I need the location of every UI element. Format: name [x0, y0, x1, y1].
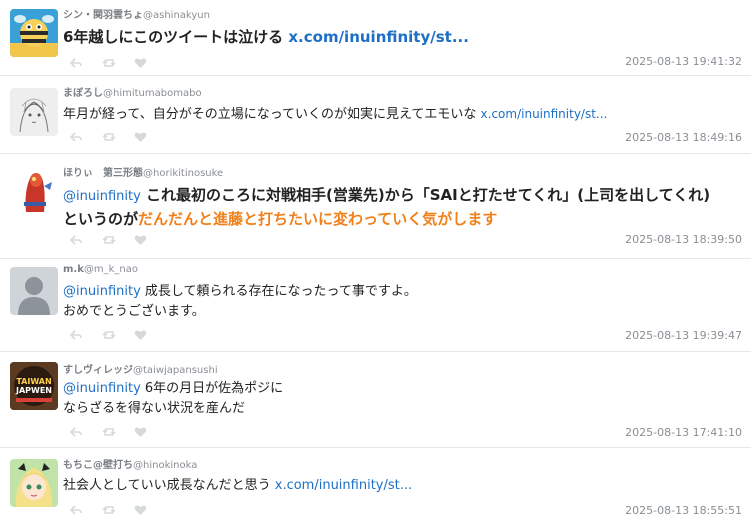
avatar-text: TAIWAN	[16, 377, 51, 386]
reply-icon[interactable]	[70, 504, 102, 516]
tweet-text: @inuinfinity これ最初のころに対戦相手(営業先)から「SAIと打たせ…	[63, 184, 737, 231]
avatar[interactable]	[10, 459, 58, 507]
anime-girl-avatar-icon	[10, 459, 58, 507]
tweet-item[interactable]: ほりぃ 第三形態@horikitinosuke @inuinfinity これ最…	[0, 154, 751, 259]
retweet-icon[interactable]	[102, 131, 134, 143]
tweet-line: @inuinfinity 成長して頼られる存在になったって事ですよ。	[63, 282, 737, 302]
tweet-item[interactable]: m.k@m_k_nao @inuinfinity 成長して頼られる存在になったっ…	[0, 259, 751, 352]
handle[interactable]: @himitumabomabo	[103, 88, 202, 99]
sketch-avatar-icon	[10, 88, 58, 136]
tweet-body: 年月が経って、自分がその立場になっていくのが如実に見えてエモいな	[63, 107, 481, 122]
reply-icon[interactable]	[70, 426, 102, 438]
like-icon[interactable]	[134, 329, 166, 341]
reply-icon[interactable]	[70, 57, 102, 69]
tweet-actions	[70, 426, 166, 438]
reply-icon[interactable]	[70, 131, 102, 143]
avatar[interactable]: TAIWAN JAPWEN	[10, 362, 58, 410]
cartoon-bee-avatar-icon	[10, 9, 58, 57]
author-line[interactable]: まぼろし@himitumabomabo	[63, 84, 202, 99]
handle[interactable]: @m_k_nao	[84, 264, 138, 275]
timestamp[interactable]: 2025-08-13 19:41:32	[625, 55, 742, 68]
retweet-icon[interactable]	[102, 57, 134, 69]
handle[interactable]: @taiwjapansushi	[133, 365, 218, 376]
taiwan-japan-logo-avatar-icon: TAIWAN JAPWEN	[10, 362, 58, 410]
handle[interactable]: @horikitinosuke	[143, 168, 223, 179]
mention-link[interactable]: @inuinfinity	[63, 284, 141, 299]
retweet-icon[interactable]	[102, 329, 134, 341]
avatar[interactable]	[10, 267, 58, 315]
tweet-text: @inuinfinity 6年の月日が佐為ポジに ならざるを得ない状況を産んだ	[63, 379, 737, 419]
timestamp[interactable]: 2025-08-13 17:41:10	[625, 426, 742, 439]
display-name[interactable]: m.k	[63, 264, 84, 275]
tweet-line: おめでとうございます。	[63, 304, 205, 319]
display-name[interactable]: すしヴィレッジ	[63, 365, 133, 376]
retweet-icon[interactable]	[102, 504, 134, 516]
author-line[interactable]: ほりぃ 第三形態@horikitinosuke	[63, 164, 223, 179]
retweet-icon[interactable]	[102, 234, 134, 246]
red-figure-avatar-icon	[10, 166, 58, 214]
tweet-link[interactable]: x.com/inuinfinity/st...	[481, 107, 608, 121]
handle[interactable]: @hinokinoka	[133, 460, 197, 471]
tweet-text: @inuinfinity 成長して頼られる存在になったって事ですよ。 おめでとう…	[63, 282, 737, 322]
timestamp[interactable]: 2025-08-13 18:39:50	[625, 233, 742, 246]
avatar[interactable]	[10, 88, 58, 136]
like-icon[interactable]	[134, 57, 166, 69]
retweet-icon[interactable]	[102, 426, 134, 438]
author-line[interactable]: m.k@m_k_nao	[63, 264, 138, 275]
mention-link[interactable]: @inuinfinity	[63, 381, 141, 396]
author-line[interactable]: シン・関羽雲ちょ@ashinakyun	[63, 6, 210, 21]
handle[interactable]: @ashinakyun	[143, 10, 210, 21]
tweet-feed: シン・関羽雲ちょ@ashinakyun 6年越しにこのツイートは泣ける x.co…	[0, 0, 751, 528]
display-name[interactable]: シン・関羽雲ちょ	[63, 10, 143, 21]
timestamp[interactable]: 2025-08-13 18:55:51	[625, 504, 742, 517]
default-person-avatar-icon	[10, 267, 58, 315]
like-icon[interactable]	[134, 504, 166, 516]
author-line[interactable]: すしヴィレッジ@taiwjapansushi	[63, 361, 218, 376]
avatar[interactable]	[10, 9, 58, 57]
display-name[interactable]: まぼろし	[63, 88, 103, 99]
tweet-actions	[70, 57, 166, 69]
reply-icon[interactable]	[70, 234, 102, 246]
author-line[interactable]: もちこ@壁打ち@hinokinoka	[63, 456, 197, 471]
display-name[interactable]: もちこ@壁打ち	[63, 460, 133, 471]
reply-icon[interactable]	[70, 329, 102, 341]
timestamp[interactable]: 2025-08-13 19:39:47	[625, 329, 742, 342]
tweet-item[interactable]: まぼろし@himitumabomabo 年月が経って、自分がその立場になっていく…	[0, 76, 751, 154]
tweet-link[interactable]: x.com/inuinfinity/st...	[275, 478, 412, 493]
tweet-actions	[70, 234, 166, 246]
like-icon[interactable]	[134, 131, 166, 143]
like-icon[interactable]	[134, 426, 166, 438]
tweet-line: ならざるを得ない状況を産んだ	[63, 401, 246, 416]
tweet-actions	[70, 329, 166, 341]
tweet-text: 社会人としていい成長なんだと思う x.com/inuinfinity/st...	[63, 476, 737, 496]
like-icon[interactable]	[134, 234, 166, 246]
timestamp[interactable]: 2025-08-13 18:49:16	[625, 131, 742, 144]
display-name[interactable]: ほりぃ 第三形態	[63, 168, 143, 179]
tweet-body: 6年の月日が佐為ポジに	[140, 381, 284, 396]
tweet-link[interactable]: x.com/inuinfinity/st...	[288, 28, 469, 46]
tweet-item[interactable]: シン・関羽雲ちょ@ashinakyun 6年越しにこのツイートは泣ける x.co…	[0, 0, 751, 76]
avatar-text: JAPWEN	[15, 386, 52, 395]
tweet-item[interactable]: TAIWAN JAPWEN すしヴィレッジ@taiwjapansushi @in…	[0, 352, 751, 448]
avatar[interactable]	[10, 166, 58, 214]
tweet-body: 成長して頼られる存在になったって事ですよ。	[140, 284, 417, 299]
tweet-item[interactable]: もちこ@壁打ち@hinokinoka 社会人としていい成長なんだと思う x.co…	[0, 448, 751, 528]
highlighted-text: だんだんと進藤と打ちたいに変わっていく気がします	[138, 210, 498, 228]
tweet-actions	[70, 504, 166, 516]
tweet-actions	[70, 131, 166, 143]
tweet-body: 社会人としていい成長なんだと思う	[63, 478, 275, 493]
tweet-text: 6年越しにこのツイートは泣ける x.com/inuinfinity/st...	[63, 26, 737, 48]
tweet-text: 年月が経って、自分がその立場になっていくのが如実に見えてエモいな x.com/i…	[63, 104, 737, 125]
tweet-body: 6年越しにこのツイートは泣ける	[63, 28, 289, 46]
mention-link[interactable]: @inuinfinity	[63, 189, 141, 204]
tweet-line: @inuinfinity 6年の月日が佐為ポジに	[63, 379, 737, 399]
